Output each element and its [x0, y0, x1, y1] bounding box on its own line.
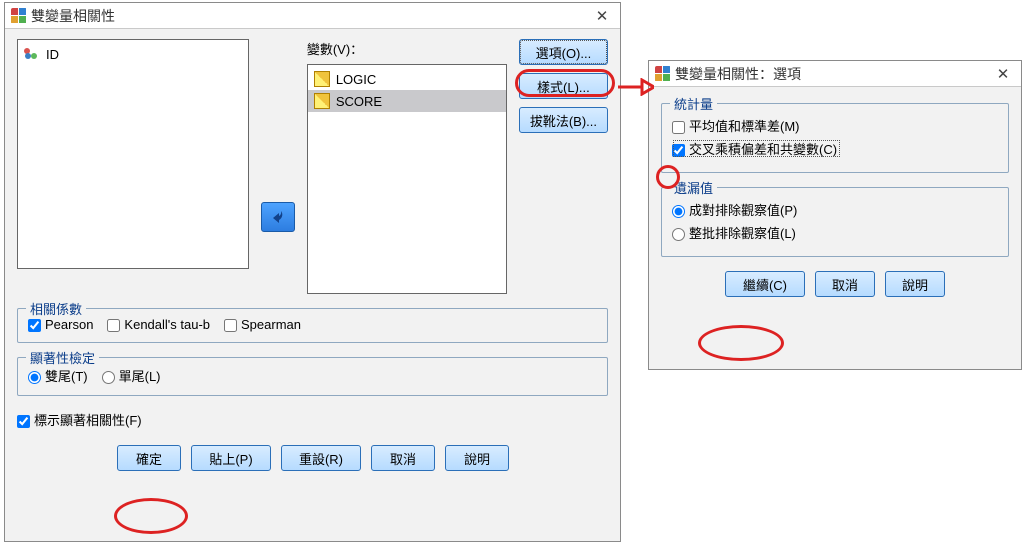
cancel-button[interactable]: 取消: [371, 445, 435, 471]
kendall-checkbox[interactable]: Kendall's tau-b: [107, 317, 210, 332]
scale-var-icon: [314, 71, 330, 87]
var-name: ID: [46, 47, 59, 62]
pairwise-input[interactable]: [672, 205, 685, 218]
group-legend: 顯著性檢定: [26, 348, 99, 367]
ok-button[interactable]: 確定: [117, 445, 181, 471]
transfer-back-button[interactable]: [261, 202, 294, 232]
listwise-input[interactable]: [672, 228, 685, 241]
cross-input[interactable]: [672, 144, 685, 157]
one-tailed-radio[interactable]: 單尾(L): [102, 366, 161, 385]
arrow-left-curved-icon: [270, 209, 286, 225]
pearson-checkbox[interactable]: Pearson: [28, 317, 93, 332]
cross-products-checkbox[interactable]: 交叉乘積偏差和共變數(C): [672, 139, 841, 158]
means-sd-checkbox[interactable]: 平均值和標準差(M): [672, 116, 800, 135]
list-item[interactable]: LOGIC: [308, 68, 506, 90]
pearson-input[interactable]: [28, 319, 41, 332]
listwise-radio[interactable]: 整批排除觀察值(L): [672, 223, 796, 242]
close-icon[interactable]: ✕: [991, 65, 1015, 83]
help-button[interactable]: 說明: [445, 445, 509, 471]
help-button[interactable]: 說明: [885, 271, 945, 297]
app-icon: [11, 8, 27, 24]
group-legend: 相關係數: [26, 299, 86, 318]
kendall-input[interactable]: [107, 319, 120, 332]
list-item[interactable]: ID: [18, 43, 248, 65]
group-legend: 統計量: [670, 94, 717, 113]
significance-group: 顯著性檢定 雙尾(T) 單尾(L): [17, 357, 608, 396]
titlebar: 雙變量相關性 ✕: [5, 3, 620, 29]
means-input[interactable]: [672, 121, 685, 134]
statistics-group: 統計量 平均值和標準差(M) 交叉乘積偏差和共變數(C): [661, 103, 1009, 173]
close-icon[interactable]: ✕: [590, 7, 614, 25]
options-dialog: 雙變量相關性：選項 ✕ 統計量 平均值和標準差(M) 交叉乘積偏差和共變數(C)…: [648, 60, 1022, 370]
variables-header: 變數(V)：: [307, 42, 363, 57]
pairwise-radio[interactable]: 成對排除觀察值(P): [672, 200, 797, 219]
one-tailed-input[interactable]: [102, 371, 115, 384]
source-variable-list[interactable]: ID: [17, 39, 249, 269]
reset-button[interactable]: 重設(R): [281, 445, 361, 471]
spearman-checkbox[interactable]: Spearman: [224, 317, 301, 332]
bootstrap-button[interactable]: 拔靴法(B)...: [519, 107, 608, 133]
nominal-var-icon: [24, 46, 40, 62]
target-variable-list[interactable]: LOGIC SCORE: [307, 64, 507, 294]
flag-input[interactable]: [17, 415, 30, 428]
list-item[interactable]: SCORE: [308, 90, 506, 112]
style-button[interactable]: 樣式(L)...: [519, 73, 608, 99]
coefficients-group: 相關係數 Pearson Kendall's tau-b Spearman: [17, 308, 608, 343]
paste-button[interactable]: 貼上(P): [191, 445, 271, 471]
group-legend: 遺漏值: [670, 178, 717, 197]
titlebar: 雙變量相關性：選項 ✕: [649, 61, 1021, 87]
var-name: LOGIC: [336, 72, 376, 87]
bivariate-dialog: 雙變量相關性 ✕ ID 變數(V)：: [4, 2, 621, 542]
two-tailed-radio[interactable]: 雙尾(T): [28, 366, 88, 385]
dialog-title: 雙變量相關性: [31, 6, 590, 26]
flag-significant-checkbox[interactable]: 標示顯著相關性(F): [17, 410, 142, 429]
dialog-body: 統計量 平均值和標準差(M) 交叉乘積偏差和共變數(C) 遺漏值 成對排除觀察值…: [649, 87, 1021, 307]
continue-button[interactable]: 繼續(C): [725, 271, 805, 297]
cancel-button[interactable]: 取消: [815, 271, 875, 297]
app-icon: [655, 66, 671, 82]
options-button[interactable]: 選項(O)...: [519, 39, 608, 65]
dialog-body: ID 變數(V)： LOGIC SC: [5, 29, 620, 481]
scale-var-icon: [314, 93, 330, 109]
missing-values-group: 遺漏值 成對排除觀察值(P) 整批排除觀察值(L): [661, 187, 1009, 257]
var-name: SCORE: [336, 94, 382, 109]
spearman-input[interactable]: [224, 319, 237, 332]
dialog-title: 雙變量相關性：選項: [675, 64, 991, 84]
two-tailed-input[interactable]: [28, 371, 41, 384]
